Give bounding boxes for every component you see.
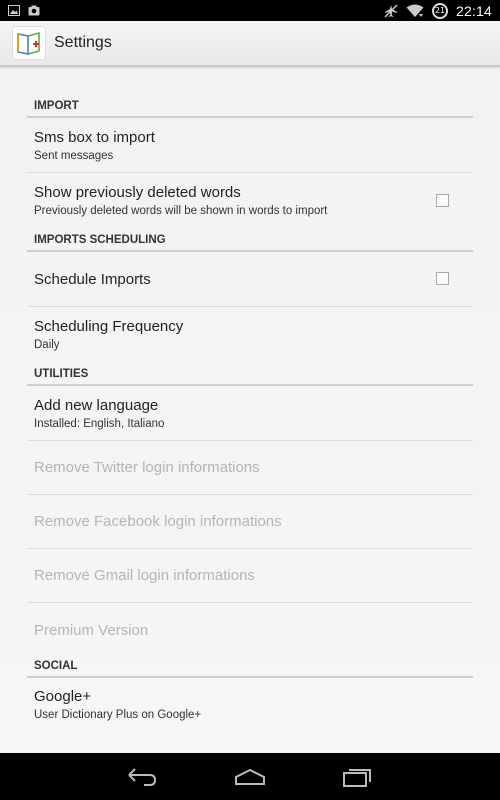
pref-summary: Previously deleted words will be shown i…: [34, 205, 328, 217]
clock: 22:14: [455, 2, 492, 19]
airplane-mode-icon: [384, 4, 398, 17]
pref-premium-version: Premium Version: [27, 603, 473, 657]
pref-add-language[interactable]: Add new language Installed: English, Ita…: [27, 386, 473, 441]
pref-title: Add new language: [34, 396, 159, 414]
back-icon: [128, 767, 157, 786]
pref-remove-gmail: Remove Gmail login informations: [27, 549, 473, 603]
pref-title: Remove Twitter login informations: [34, 459, 260, 476]
image-icon: [8, 5, 20, 16]
pref-title: Remove Gmail login informations: [34, 567, 255, 584]
home-icon: [235, 768, 265, 785]
camera-icon: [28, 5, 40, 16]
recent-apps-button[interactable]: [332, 762, 384, 792]
navigation-bar: [0, 753, 500, 800]
category-social: SOCIAL: [27, 657, 473, 678]
category-imports-scheduling: IMPORTS SCHEDULING: [27, 231, 473, 252]
pref-summary: Daily: [34, 339, 60, 351]
home-button[interactable]: [224, 762, 276, 792]
battery-level: 21: [434, 6, 446, 15]
status-bar: 21 22:14: [0, 0, 500, 21]
pref-title: Schedule Imports: [34, 270, 151, 288]
preferences-list[interactable]: IMPORT Sms box to import Sent messages S…: [0, 69, 500, 753]
page-title: Settings: [54, 34, 112, 51]
pref-scheduling-frequency[interactable]: Scheduling Frequency Daily: [27, 307, 473, 362]
pref-google-plus[interactable]: Google+ User Dictionary Plus on Google+: [27, 678, 473, 733]
pref-sms-box[interactable]: Sms box to import Sent messages: [27, 118, 473, 173]
pref-title: Scheduling Frequency: [34, 318, 184, 335]
pref-schedule-imports[interactable]: Schedule Imports: [27, 252, 473, 307]
schedule-imports-checkbox[interactable]: [436, 272, 449, 285]
pref-title: Remove Facebook login informations: [34, 513, 282, 530]
pref-summary: Installed: English, Italiano: [34, 417, 165, 430]
pref-title: Premium Version: [34, 621, 149, 639]
pref-title: Sms box to import: [34, 128, 155, 146]
dictionary-plus-icon[interactable]: [12, 26, 46, 60]
pref-title: Show previously deleted words: [34, 184, 241, 201]
show-deleted-checkbox[interactable]: [436, 193, 449, 207]
pref-summary: Sent messages: [34, 149, 114, 162]
pref-summary: User Dictionary Plus on Google+: [34, 709, 202, 721]
action-bar: Settings: [0, 21, 500, 67]
battery-icon: 21: [431, 2, 448, 19]
pref-show-deleted-words[interactable]: Show previously deleted words Previously…: [27, 173, 473, 228]
pref-remove-facebook: Remove Facebook login informations: [27, 495, 473, 549]
back-button[interactable]: [116, 762, 168, 792]
category-utilities: UTILITIES: [27, 365, 473, 386]
recent-apps-icon: [343, 768, 371, 787]
pref-title: Google+: [34, 688, 92, 705]
wifi-icon: [406, 4, 424, 17]
pref-remove-twitter: Remove Twitter login informations: [27, 441, 473, 495]
category-import: IMPORT: [27, 97, 473, 118]
